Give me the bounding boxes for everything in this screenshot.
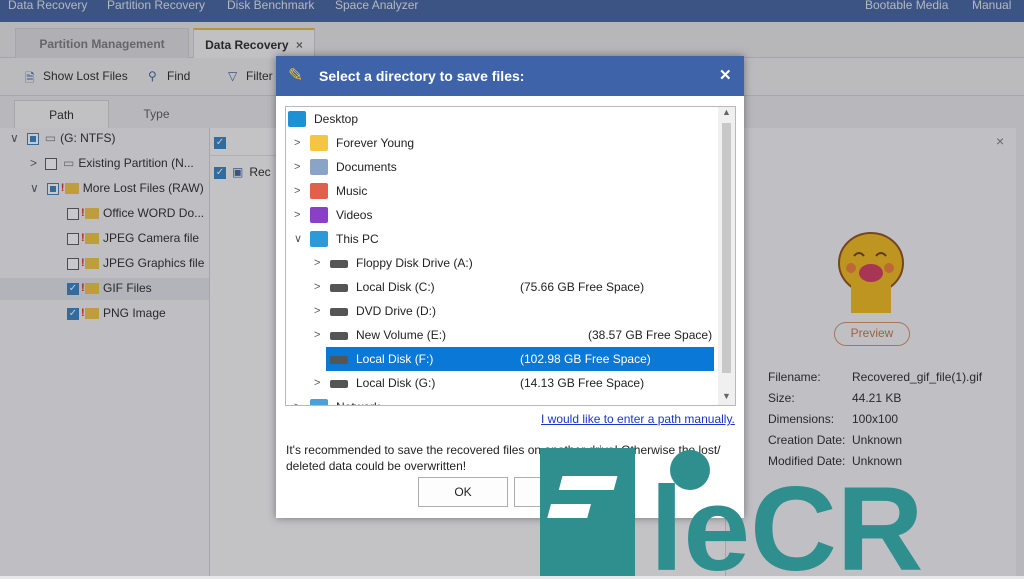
close-icon[interactable]: ✕ — [719, 66, 732, 84]
directory-label: Local Disk (F:) — [356, 352, 434, 366]
directory-item[interactable]: > Network — [286, 395, 714, 405]
disk-icon — [330, 332, 348, 340]
chevron-right-icon[interactable]: > — [294, 179, 300, 203]
windows-disk-icon — [330, 284, 348, 292]
directory-label: This PC — [336, 232, 379, 246]
dvd-icon — [330, 308, 348, 316]
folder-icon — [310, 135, 328, 151]
directory-item[interactable]: > Music — [286, 179, 714, 203]
directory-item[interactable]: > New Volume (E:) (38.57 GB Free Space) — [286, 323, 714, 347]
directory-label: Local Disk (C:) — [356, 280, 435, 294]
chevron-right-icon[interactable]: > — [314, 323, 320, 347]
free-space: (102.98 GB Free Space) — [520, 352, 651, 366]
chevron-right-icon[interactable]: > — [314, 371, 320, 395]
music-icon — [310, 183, 328, 199]
free-space: (75.66 GB Free Space) — [520, 280, 645, 294]
directory-item[interactable]: > Local Disk (G:) (14.13 GB Free Space) — [286, 371, 714, 395]
directory-list[interactable]: Desktop > Forever Young > Documents > Music > Vi… — [285, 106, 736, 406]
directory-item[interactable]: > Documents — [286, 155, 714, 179]
scroll-thumb[interactable] — [722, 123, 731, 373]
folder-pen-icon: ✎ — [288, 65, 304, 85]
directory-label: Network — [336, 395, 380, 405]
free-space: (14.13 GB Free Space) — [520, 376, 645, 390]
scroll-down-icon[interactable]: ▼ — [722, 391, 731, 401]
network-icon — [310, 399, 328, 405]
directory-label: Documents — [336, 160, 397, 174]
directory-item[interactable]: > Floppy Disk Drive (A:) — [286, 251, 714, 275]
floppy-icon — [330, 260, 348, 268]
chevron-down-icon[interactable]: ∨ — [294, 227, 302, 251]
scroll-up-icon[interactable]: ▲ — [722, 107, 731, 117]
computer-icon — [310, 231, 328, 247]
documents-icon — [310, 159, 328, 175]
dialog-title: Select a directory to save files: — [319, 68, 525, 84]
directory-label: DVD Drive (D:) — [356, 304, 436, 318]
directory-label: Floppy Disk Drive (A:) — [356, 256, 473, 270]
directory-label: Local Disk (G:) — [356, 376, 436, 390]
chevron-right-icon[interactable]: > — [294, 155, 300, 179]
chevron-right-icon[interactable]: > — [294, 203, 300, 227]
dialog-header: ✎ Select a directory to save files: ✕ — [276, 56, 744, 96]
directory-item[interactable]: > DVD Drive (D:) — [286, 299, 714, 323]
directory-item[interactable]: > Videos — [286, 203, 714, 227]
directory-label: Music — [336, 184, 368, 198]
directory-item[interactable]: ∨ This PC — [286, 227, 714, 251]
chevron-right-icon[interactable]: > — [314, 299, 320, 323]
free-space: (38.57 GB Free Space) — [588, 328, 713, 342]
directory-label: Forever Young — [336, 136, 415, 150]
chevron-right-icon[interactable]: > — [314, 251, 320, 275]
directory-item[interactable]: > Local Disk (C:) (75.66 GB Free Space) — [286, 275, 714, 299]
ok-button[interactable]: OK — [418, 477, 508, 507]
enter-path-manually-link[interactable]: I would like to enter a path manually. — [541, 412, 735, 426]
chevron-right-icon[interactable]: > — [294, 395, 300, 405]
disk-icon — [330, 356, 348, 364]
directory-item[interactable]: Local Disk (F:) (102.98 GB Free Space) — [326, 347, 714, 371]
directory-label: New Volume (E:) — [356, 328, 447, 342]
directory-item[interactable]: > Forever Young — [286, 131, 714, 155]
directory-label: Videos — [336, 208, 373, 222]
videos-icon — [310, 207, 328, 223]
svg-text:leCR: leCR — [650, 462, 923, 576]
scrollbar[interactable]: ▲ ▼ — [718, 107, 735, 405]
filecr-watermark-logo: leCR — [540, 448, 1024, 579]
desktop-icon — [288, 111, 306, 127]
disk-icon — [330, 380, 348, 388]
directory-item[interactable]: Desktop — [286, 107, 714, 131]
chevron-right-icon[interactable]: > — [294, 131, 300, 155]
chevron-right-icon[interactable]: > — [314, 275, 320, 299]
directory-label: Desktop — [314, 112, 359, 126]
